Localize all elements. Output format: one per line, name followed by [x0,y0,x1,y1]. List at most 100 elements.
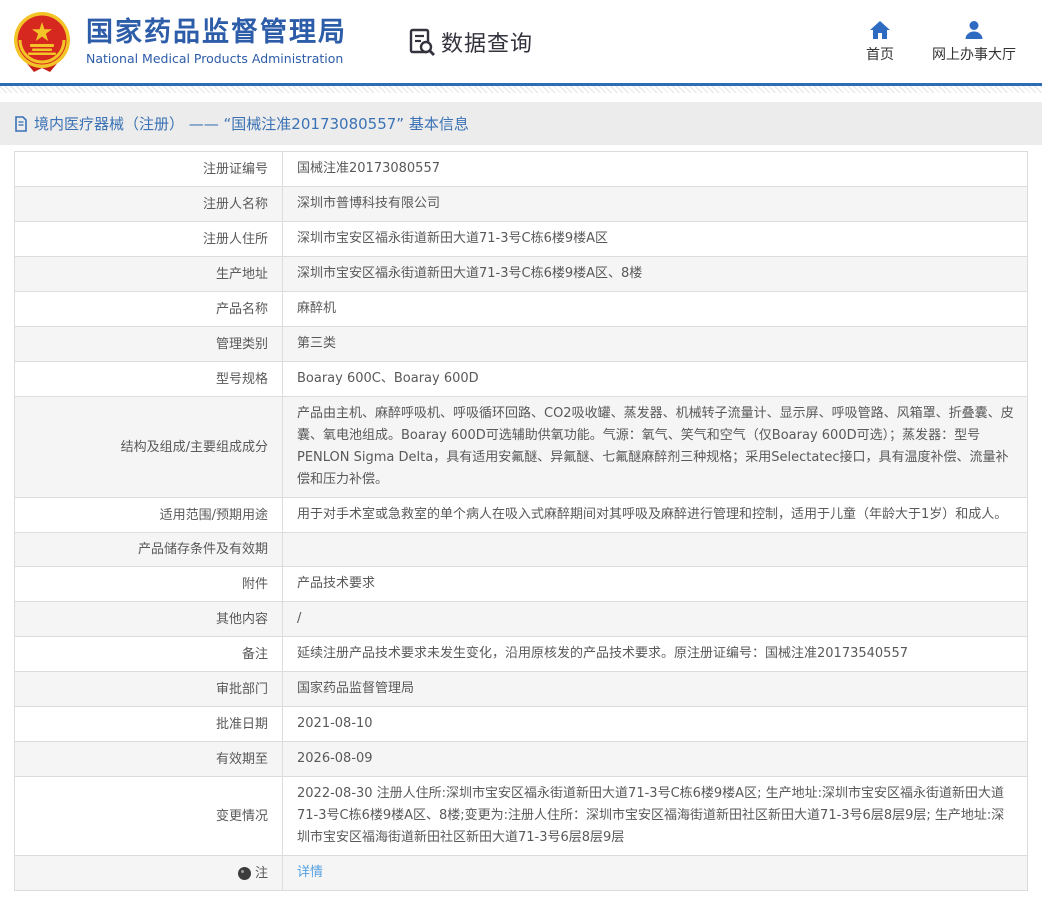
row-label: 注册人住所 [15,222,283,256]
row-value-text: 麻醉机 [297,298,336,320]
row-label-text: 产品名称 [216,299,268,320]
table-row: 其他内容/ [15,602,1027,637]
row-value: 国家药品监督管理局 [283,672,1027,706]
row-label: 变更情况 [15,777,283,855]
data-query-icon [407,27,437,57]
row-value-text: 2021-08-10 [297,713,373,735]
row-value: 延续注册产品技术要求未发生变化，沿用原核发的产品技术要求。原注册证编号：国械注准… [283,637,1027,671]
row-value-text: 深圳市宝安区福永街道新田大道71-3号C栋6楼9楼A区、8楼 [297,263,642,285]
nmpa-emblem-logo [10,10,74,74]
row-label: 生产地址 [15,257,283,291]
row-value-text: 深圳市宝安区福永街道新田大道71-3号C栋6楼9楼A区 [297,228,608,250]
header-nav: 首页 网上办事大厅 [866,20,1016,64]
table-row: 注册人住所 深圳市宝安区福永街道新田大道71-3号C栋6楼9楼A区 [15,222,1027,257]
row-value-text: 用于对手术室或急救室的单个病人在吸入式麻醉期间对其呼吸及麻醉进行管理和控制，适用… [297,504,1007,526]
nav-service-hall[interactable]: 网上办事大厅 [932,20,1016,64]
row-label: 备注 [15,637,283,671]
row-label-text: 管理类别 [216,334,268,355]
row-label: 结构及组成/主要组成成分 [15,397,283,497]
row-label-text: 型号规格 [216,369,268,390]
table-row: 注册证编号 国械注准20173080557 [15,152,1027,187]
row-value-text: 国家药品监督管理局 [297,678,414,700]
table-row: 有效期至 2026-08-09 [15,742,1027,777]
row-value-text: 延续注册产品技术要求未发生变化，沿用原核发的产品技术要求。原注册证编号：国械注准… [297,643,908,665]
row-label: 产品储存条件及有效期 [15,533,283,566]
row-label: 批准日期 [15,707,283,741]
row-label: 其他内容 [15,602,283,636]
table-row: 注详情 [15,856,1027,891]
home-icon [869,20,891,40]
row-value: 产品技术要求 [283,567,1027,601]
table-row: 变更情况 2022-08-30 注册人住所:深圳市宝安区福永街道新田大道71-3号… [15,777,1027,856]
row-value-text: 2022-08-30 注册人住所:深圳市宝安区福永街道新田大道71-3号C栋6楼… [297,783,1015,849]
row-value-text: 第三类 [297,333,336,355]
row-label-text: 注册人名称 [203,194,268,215]
row-label-text: 附件 [242,574,268,595]
table-row: 批准日期 2021-08-10 [15,707,1027,742]
row-value: 深圳市普博科技有限公司 [283,187,1027,221]
table-row: 适用范围/预期用途 用于对手术室或急救室的单个病人在吸入式麻醉期间对其呼吸及麻醉进… [15,498,1027,533]
row-label: 有效期至 [15,742,283,776]
row-value-text: Boaray 600C、Boaray 600D [297,368,479,390]
row-value-text: 产品由主机、麻醉呼吸机、呼吸循环回路、CO2吸收罐、蒸发器、机械转子流量计、显示… [297,403,1015,491]
table-row: 备注 延续注册产品技术要求未发生变化，沿用原核发的产品技术要求。原注册证编号：国械… [15,637,1027,672]
row-label-text: 变更情况 [216,806,268,827]
org-name-cn: 国家药品监督管理局 [86,17,347,48]
page-header: 国家药品监督管理局 National Medical Products Admi… [0,0,1042,83]
row-label: 注册证编号 [15,152,283,186]
row-label-text: 注册人住所 [203,229,268,250]
row-value-text: 国械注准20173080557 [297,158,440,180]
nav-home-label: 首页 [866,44,894,64]
row-label-text: 其他内容 [216,609,268,630]
row-label: 注 [15,856,283,890]
table-row: 注册人名称 深圳市普博科技有限公司 [15,187,1027,222]
header-hatch-strip [0,86,1042,93]
row-label: 注册人名称 [15,187,283,221]
row-label: 产品名称 [15,292,283,326]
row-label-text: 产品储存条件及有效期 [138,539,268,560]
row-value-text: 2026-08-09 [297,748,373,770]
row-value-text: 产品技术要求 [297,573,375,595]
org-name-en: National Medical Products Administration [86,51,347,66]
row-value: 2021-08-10 [283,707,1027,741]
row-label-text: 批准日期 [216,714,268,735]
data-query-section: 数据查询 [407,26,533,58]
row-value: 用于对手术室或急救室的单个病人在吸入式麻醉期间对其呼吸及麻醉进行管理和控制，适用… [283,498,1027,532]
table-row: 产品名称 麻醉机 [15,292,1027,327]
row-value: 国械注准20173080557 [283,152,1027,186]
row-label-text: 生产地址 [216,264,268,285]
nav-service-hall-label: 网上办事大厅 [932,44,1016,64]
table-row: 产品储存条件及有效期 [15,533,1027,567]
row-value: 2022-08-30 注册人住所:深圳市宝安区福永街道新田大道71-3号C栋6楼… [283,777,1027,855]
info-table: 注册证编号 国械注准20173080557 注册人名称 深圳市普博科技有限公司注册人住… [14,151,1028,891]
row-value: 深圳市宝安区福永街道新田大道71-3号C栋6楼9楼A区 [283,222,1027,256]
document-icon [14,116,28,132]
table-row: 附件 产品技术要求 [15,567,1027,602]
row-value: 深圳市宝安区福永街道新田大道71-3号C栋6楼9楼A区、8楼 [283,257,1027,291]
row-value: 麻醉机 [283,292,1027,326]
row-value-text: 深圳市普博科技有限公司 [297,193,440,215]
row-label-text: 结构及组成/主要组成成分 [121,437,268,458]
row-label: 型号规格 [15,362,283,396]
nav-home[interactable]: 首页 [866,20,894,64]
table-row: 型号规格 Boaray 600C、Boaray 600D [15,362,1027,397]
row-label-text: 注册证编号 [203,159,268,180]
row-label-text: 审批部门 [216,679,268,700]
row-value: 第三类 [283,327,1027,361]
row-label-text: 备注 [242,644,268,665]
table-row: 生产地址 深圳市宝安区福永街道新田大道71-3号C栋6楼9楼A区、8楼 [15,257,1027,292]
row-value: 产品由主机、麻醉呼吸机、呼吸循环回路、CO2吸收罐、蒸发器、机械转子流量计、显示… [283,397,1027,497]
row-label: 管理类别 [15,327,283,361]
breadcrumb-title: 境内医疗器械（注册） —— “国械注准20173080557” 基本信息 [34,113,469,134]
user-icon [963,20,985,40]
table-row: 管理类别 第三类 [15,327,1027,362]
note-icon [238,867,251,880]
org-titles: 国家药品监督管理局 National Medical Products Admi… [86,17,347,66]
data-query-label: 数据查询 [441,26,533,58]
row-label: 附件 [15,567,283,601]
details-link[interactable]: 详情 [297,862,323,884]
table-row: 审批部门 国家药品监督管理局 [15,672,1027,707]
row-label-text: 适用范围/预期用途 [160,505,268,526]
row-value: 详情 [283,856,1027,890]
row-value: 2026-08-09 [283,742,1027,776]
